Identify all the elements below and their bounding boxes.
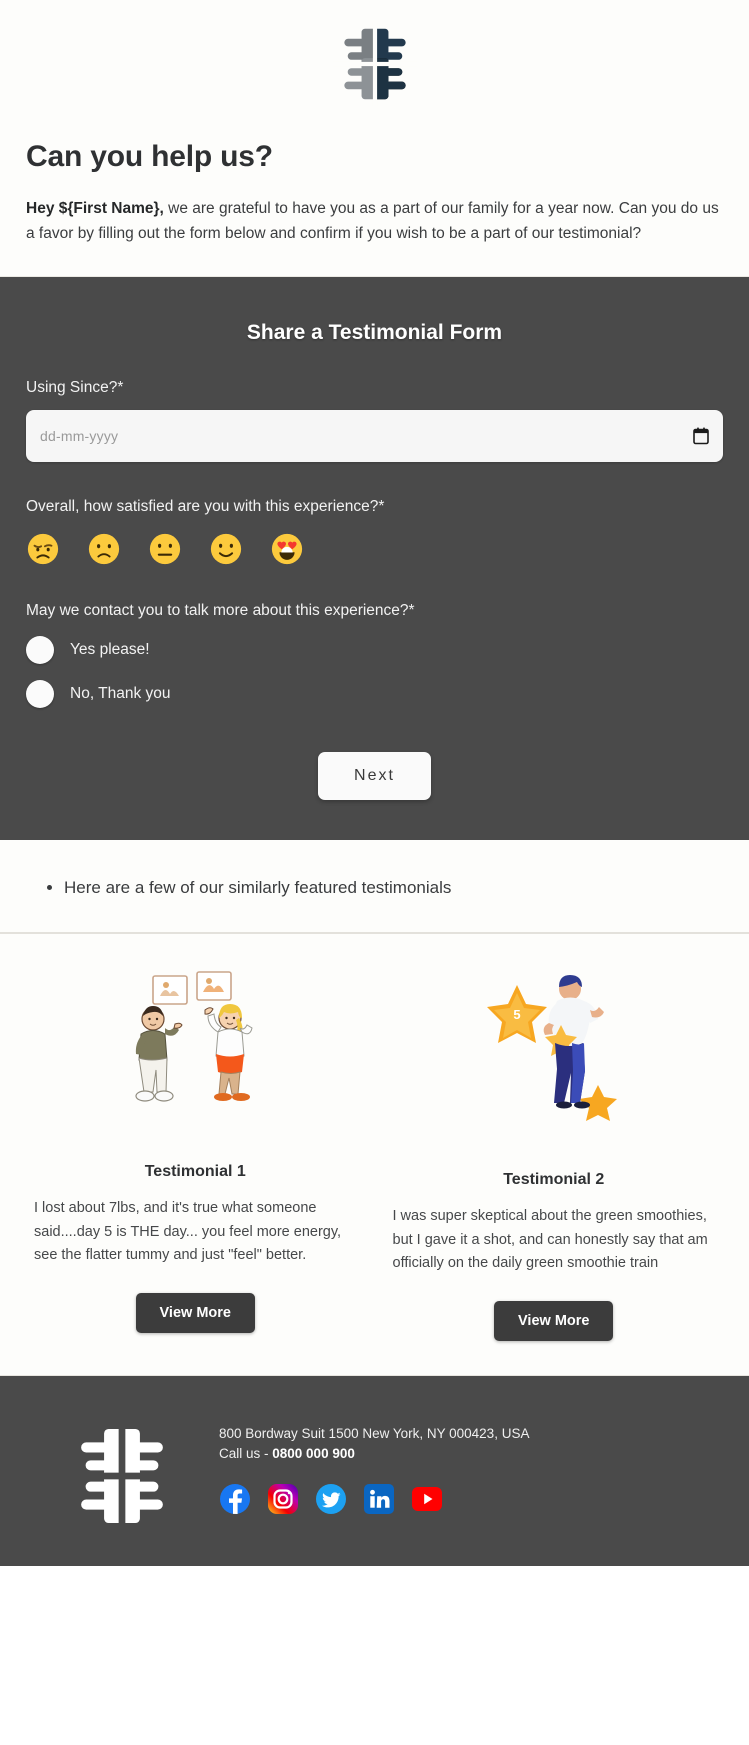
footer-address: 800 Bordway Suit 1500 New York, NY 00042… bbox=[219, 1426, 530, 1442]
emoji-disappointed-icon[interactable] bbox=[26, 532, 60, 566]
hero-section: Can you help us? Hey ${First Name}, we a… bbox=[0, 0, 749, 278]
testimonial-form-section: Share a Testimonial Form Using Since?* d… bbox=[0, 277, 749, 841]
radio-yes-label: Yes please! bbox=[70, 641, 150, 659]
hero-greeting: Hey ${First Name}, bbox=[26, 200, 164, 217]
radio-no-indicator[interactable] bbox=[26, 680, 54, 709]
footer-contact-info: 800 Bordway Suit 1500 New York, NY 00042… bbox=[219, 1406, 725, 1515]
list-item: Here are a few of our similarly featured… bbox=[64, 876, 723, 900]
testimonial-1-text: I lost about 7lbs, and it's true what so… bbox=[34, 1200, 342, 1263]
satisfaction-emoji-row bbox=[26, 532, 723, 566]
radio-yes-indicator[interactable] bbox=[26, 636, 54, 665]
featured-note-section: Here are a few of our similarly featured… bbox=[0, 840, 749, 935]
footer-call-prefix: Call us - bbox=[219, 1446, 273, 1462]
email-page: Can you help us? Hey ${First Name}, we a… bbox=[0, 0, 749, 1567]
footer-call-us: Call us - 0800 000 900 bbox=[219, 1446, 725, 1461]
linkedin-icon[interactable] bbox=[363, 1483, 395, 1515]
emoji-heart-eyes-icon[interactable] bbox=[270, 532, 304, 566]
emoji-slightly-smiling-icon[interactable] bbox=[209, 532, 243, 566]
view-more-button-2[interactable]: View More bbox=[494, 1301, 614, 1342]
testimonial-1-button-container: View More bbox=[34, 1293, 357, 1334]
instagram-icon[interactable] bbox=[267, 1483, 299, 1515]
date-placeholder-text: dd-mm-yyyy bbox=[40, 428, 119, 445]
emoji-slightly-frowning-icon[interactable] bbox=[87, 532, 121, 566]
next-button[interactable]: Next bbox=[318, 752, 431, 801]
contact-permission-label: May we contact you to talk more about th… bbox=[26, 602, 415, 620]
testimonial-2-text: I was super skeptical about the green sm… bbox=[392, 1208, 708, 1271]
emoji-neutral-icon[interactable] bbox=[148, 532, 182, 566]
hero-paragraph: Hey ${First Name}, we are grateful to ha… bbox=[26, 196, 723, 246]
view-more-button-1[interactable]: View More bbox=[135, 1293, 255, 1334]
testimonial-2-title: Testimonial 2 bbox=[503, 1171, 605, 1189]
radio-option-yes[interactable]: Yes please! bbox=[26, 636, 723, 665]
using-since-date-input[interactable]: dd-mm-yyyy bbox=[26, 410, 723, 463]
testimonial-card-1: Testimonial 1 I lost about 7lbs, and it'… bbox=[16, 956, 375, 1341]
pinwheel-f-logo-icon bbox=[332, 22, 417, 106]
pinwheel-f-logo-white-icon bbox=[65, 1420, 178, 1533]
two-people-with-speech-cards-illustration-icon bbox=[135, 971, 253, 1102]
twitter-icon[interactable] bbox=[315, 1483, 347, 1515]
brand-logo-container bbox=[26, 22, 723, 106]
footer-section: 800 Bordway Suit 1500 New York, NY 00042… bbox=[0, 1376, 749, 1567]
testimonial-1-artwork bbox=[34, 956, 357, 1141]
next-button-container: Next bbox=[26, 752, 723, 801]
facebook-icon[interactable] bbox=[219, 1483, 251, 1515]
using-since-label: Using Since?* bbox=[26, 379, 124, 397]
testimonial-card-2: 5 Testimonial 2 I was super skeptical ab… bbox=[375, 956, 734, 1342]
radio-option-no[interactable]: No, Thank you bbox=[26, 680, 723, 709]
calendar-icon[interactable] bbox=[693, 427, 709, 445]
testimonial-1-title: Testimonial 1 bbox=[144, 1163, 246, 1181]
testimonial-2-artwork: 5 bbox=[393, 956, 716, 1145]
testimonial-2-button-container: View More bbox=[393, 1301, 716, 1342]
svg-text:5: 5 bbox=[513, 1007, 520, 1022]
featured-note-list: Here are a few of our similarly featured… bbox=[38, 876, 723, 900]
form-title: Share a Testimonial Form bbox=[246, 321, 503, 345]
satisfaction-label: Overall, how satisfied are you with this… bbox=[26, 498, 385, 516]
testimonial-cards-section: Testimonial 1 I lost about 7lbs, and it'… bbox=[0, 934, 749, 1377]
radio-no-label: No, Thank you bbox=[70, 685, 171, 703]
footer-social-links bbox=[219, 1483, 725, 1515]
footer-phone: 0800 000 900 bbox=[272, 1446, 355, 1462]
youtube-icon[interactable] bbox=[411, 1483, 443, 1515]
page-title: Can you help us? bbox=[26, 140, 273, 173]
person-with-gold-star-illustration-icon: 5 bbox=[486, 975, 617, 1122]
footer-logo-container bbox=[24, 1406, 219, 1533]
